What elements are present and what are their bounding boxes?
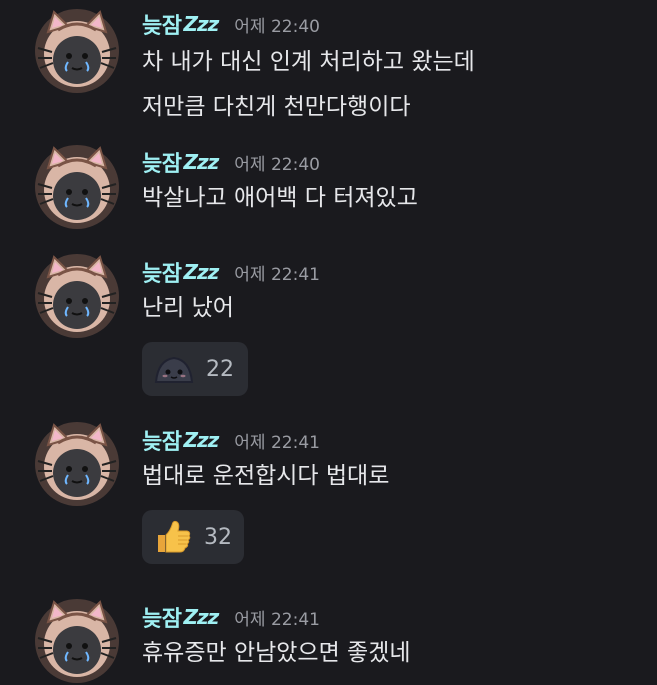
message-text: 저만큼 다친게 천만다행이다: [142, 94, 411, 120]
zzz-badge: Zzz: [183, 260, 219, 284]
cat-hood-avatar-icon: [35, 254, 119, 338]
cat-hood-avatar-icon: [35, 599, 119, 683]
blob-emoji-icon: [154, 351, 194, 387]
cat-hood-avatar-icon: [35, 9, 119, 93]
thumbs-up-icon: [154, 519, 192, 555]
avatar[interactable]: [34, 598, 120, 684]
avatar[interactable]: [34, 8, 120, 94]
message-text: 박살나고 애어백 다 터져있고: [142, 185, 418, 211]
message-header: 늦잠 Zzz 어제 22:40: [142, 8, 320, 40]
timestamp[interactable]: 어제 22:41: [234, 428, 320, 453]
chat-log: 늦잠 Zzz 어제 22:40 차 내가 대신 인계 처리하고 왔는데 저만큼 …: [0, 0, 657, 685]
cat-hood-avatar-icon: [35, 145, 119, 229]
username[interactable]: 늦잠: [142, 146, 182, 178]
timestamp[interactable]: 어제 22:40: [234, 150, 320, 175]
zzz-badge: Zzz: [183, 150, 219, 174]
timestamp[interactable]: 어제 22:41: [234, 605, 320, 630]
zzz-badge: Zzz: [183, 605, 219, 629]
avatar[interactable]: [34, 421, 120, 507]
timestamp[interactable]: 어제 22:40: [234, 12, 320, 37]
message-header: 늦잠 Zzz 어제 22:41: [142, 256, 320, 288]
message-text: 난리 났어: [142, 295, 234, 321]
reaction-count: 22: [206, 356, 234, 382]
cat-hood-avatar-icon: [35, 422, 119, 506]
reaction-button[interactable]: 32: [142, 510, 244, 564]
reaction-count: 32: [204, 524, 232, 550]
message-text: 휴유증만 안남았으면 좋겠네: [142, 640, 411, 666]
username[interactable]: 늦잠: [142, 8, 182, 40]
message-text: 차 내가 대신 인계 처리하고 왔는데: [142, 49, 475, 75]
avatar[interactable]: [34, 253, 120, 339]
message-header: 늦잠 Zzz 어제 22:41: [142, 601, 320, 633]
username[interactable]: 늦잠: [142, 424, 182, 456]
reaction-button[interactable]: 22: [142, 342, 248, 396]
username[interactable]: 늦잠: [142, 256, 182, 288]
message-text: 법대로 운전합시다 법대로: [142, 463, 390, 489]
timestamp[interactable]: 어제 22:41: [234, 260, 320, 285]
message-header: 늦잠 Zzz 어제 22:41: [142, 424, 320, 456]
username[interactable]: 늦잠: [142, 601, 182, 633]
zzz-badge: Zzz: [183, 12, 219, 36]
message-header: 늦잠 Zzz 어제 22:40: [142, 146, 320, 178]
zzz-badge: Zzz: [183, 428, 219, 452]
avatar[interactable]: [34, 144, 120, 230]
